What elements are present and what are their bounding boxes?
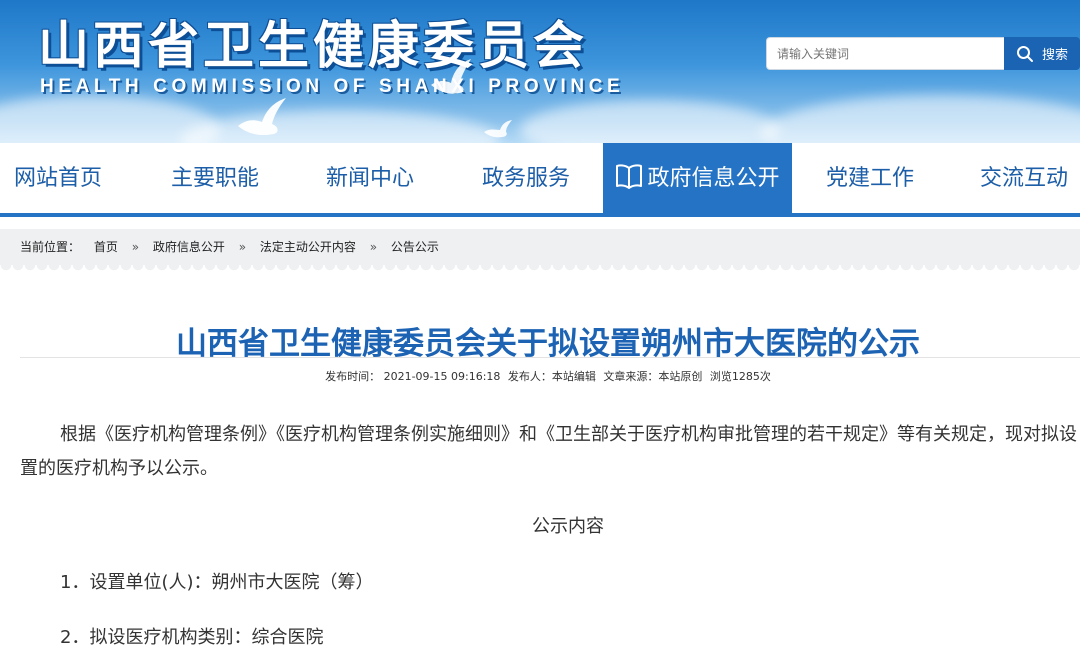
section-heading: 公示内容 xyxy=(532,516,604,537)
breadcrumb-prefix: 当前位置： xyxy=(20,240,81,254)
list-item: 1．设置单位(人)：朔州市大医院（筹） xyxy=(60,572,374,593)
header-banner: 山西省卫生健康委员会 HEALTH COMMISSION OF SHANXI P… xyxy=(0,0,1080,143)
search-bar: 搜索 xyxy=(766,37,1080,70)
dove-icon xyxy=(431,59,471,94)
breadcrumb-gov-info[interactable]: 政府信息公开 xyxy=(153,240,225,254)
main-nav: 网站首页 主要职能 新闻中心 政务服务 政府信息公开 党建工作 交流互动 xyxy=(0,143,1080,217)
breadcrumb-statutory[interactable]: 法定主动公开内容 xyxy=(260,240,356,254)
nav-item-gov-info-label: 政府信息公开 xyxy=(647,166,780,191)
search-button[interactable]: 搜索 xyxy=(1004,37,1080,70)
book-icon xyxy=(616,164,643,189)
site-subtitle: HEALTH COMMISSION OF SHANXI PROVINCE xyxy=(40,76,625,97)
scallop-divider xyxy=(0,265,1080,275)
search-icon xyxy=(1016,45,1033,62)
article-meta: 发布时间： 2021-09-15 09:16:18 发布人：本站编辑 文章来源：… xyxy=(0,368,1080,384)
dove-icon xyxy=(238,98,286,136)
nav-item-home[interactable]: 网站首页 xyxy=(0,143,116,213)
publish-time: 发布时间： 2021-09-15 09:16:18 xyxy=(325,370,501,383)
nav-item-party[interactable]: 党建工作 xyxy=(812,143,928,213)
article-body: 根据《医疗机构管理条例》《医疗机构管理条例实施细则》和《卫生部关于医疗机构审批管… xyxy=(20,418,1080,486)
view-count: 浏览1285次 xyxy=(709,370,771,383)
nav-item-functions[interactable]: 主要职能 xyxy=(157,143,273,213)
breadcrumb-separator: » xyxy=(369,240,378,254)
site-title[interactable]: 山西省卫生健康委员会 xyxy=(38,4,588,78)
search-button-label: 搜索 xyxy=(1041,48,1068,63)
article-source: 文章来源：本站原创 xyxy=(603,370,703,383)
nav-item-interaction[interactable]: 交流互动 xyxy=(966,143,1080,213)
nav-item-services[interactable]: 政务服务 xyxy=(468,143,584,213)
breadcrumb-notice[interactable]: 公告公示 xyxy=(391,240,439,254)
breadcrumb-separator: » xyxy=(238,240,247,254)
breadcrumb-separator: » xyxy=(131,240,140,254)
article-paragraph: 根据《医疗机构管理条例》《医疗机构管理条例实施细则》和《卫生部关于医疗机构审批管… xyxy=(20,424,1077,479)
dove-icon xyxy=(484,120,512,138)
nav-item-news[interactable]: 新闻中心 xyxy=(312,143,428,213)
publisher: 发布人：本站编辑 xyxy=(507,370,596,383)
breadcrumb-home[interactable]: 首页 xyxy=(94,240,118,254)
title-divider xyxy=(20,357,1080,358)
search-input[interactable] xyxy=(766,37,1004,70)
nav-item-gov-info[interactable]: 政府信息公开 xyxy=(603,143,792,213)
breadcrumb: 当前位置： 首页 » 政府信息公开 » 法定主动公开内容 » 公告公示 xyxy=(0,229,1080,265)
list-item: 2．拟设医疗机构类别：综合医院 xyxy=(60,627,324,648)
cloud-decoration xyxy=(180,110,500,143)
cloud-decoration xyxy=(760,95,1080,143)
cloud-decoration xyxy=(520,100,780,143)
